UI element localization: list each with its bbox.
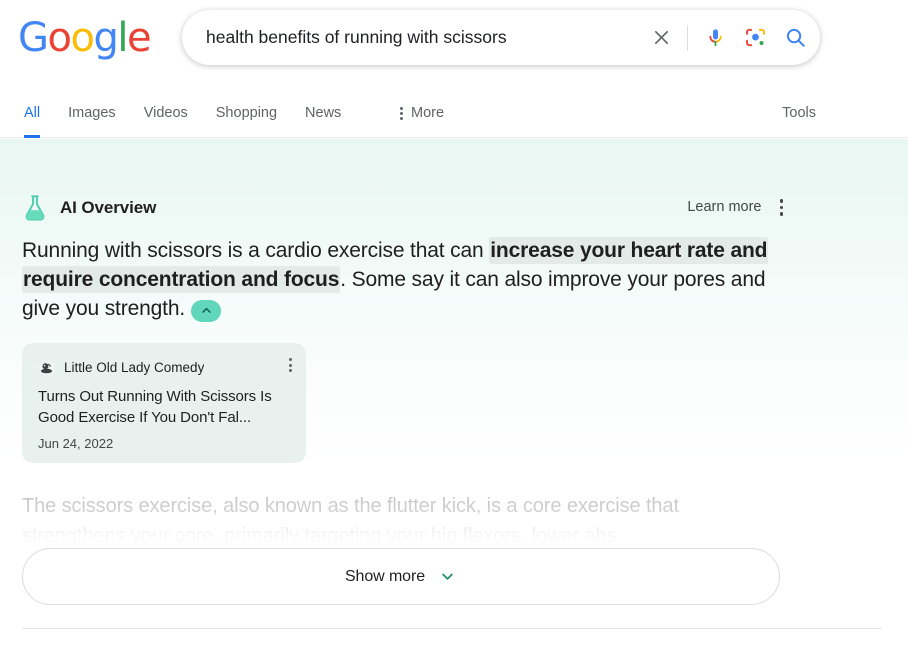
dots-vertical-icon [400, 106, 403, 120]
logo-letter-0: G [18, 15, 49, 61]
ai-source-card-header: Little Old Lady Comedy [38, 357, 292, 377]
show-more-label: Show more [344, 567, 426, 585]
search-input[interactable] [182, 10, 641, 65]
clear-search-button[interactable] [641, 27, 681, 48]
search-nav-bar: All Images Videos Shopping News More Tools [0, 92, 908, 138]
ai-source-card[interactable]: Little Old Lady Comedy Turns Out Running… [22, 343, 306, 463]
tab-shopping[interactable]: Shopping [216, 92, 291, 138]
tools-button[interactable]: Tools [782, 105, 816, 121]
search-tabs: All Images Videos Shopping News [24, 92, 369, 138]
chevron-up-icon [201, 307, 211, 313]
ai-overview-header: AI Overview [22, 194, 156, 222]
faded-line-2: strengthens your core, primarily targeti… [22, 525, 617, 547]
collapse-ai-overview-button[interactable] [191, 299, 222, 322]
close-icon [654, 30, 668, 45]
search-submit-button[interactable] [776, 26, 820, 49]
ai-source-card-title: Turns Out Running With Scissors Is Good … [38, 388, 272, 426]
logo-letter-3: g [93, 15, 118, 61]
learn-more-link[interactable]: Learn more [687, 199, 761, 215]
show-more-button[interactable]: Show more [22, 548, 780, 605]
search-divider [687, 24, 688, 51]
logo-letter-4: l [117, 15, 128, 61]
tab-images[interactable]: Images [68, 92, 130, 138]
lens-search-button[interactable] [734, 26, 776, 49]
tab-news[interactable]: News [305, 92, 355, 138]
ai-source-card-date: Jun 24, 2022 [38, 436, 114, 451]
ai-overview-header-actions: Learn more [687, 197, 785, 218]
ai-source-card-menu-button[interactable] [289, 358, 292, 372]
ai-overview-panel: AI Overview Learn more Running with scis… [0, 139, 908, 629]
website-favicon-icon [38, 359, 55, 375]
tab-all[interactable]: All [24, 92, 54, 138]
tab-videos[interactable]: Videos [144, 92, 202, 138]
ai-overview-menu-button[interactable] [778, 197, 786, 218]
ai-overview-title: AI Overview [60, 198, 157, 217]
google-lens-icon [745, 28, 765, 47]
search-bar[interactable] [182, 10, 820, 65]
ai-text-part1: Running with scissors is a cardio exerci… [22, 239, 490, 262]
microphone-icon [708, 29, 722, 47]
google-logo[interactable]: Google [18, 15, 152, 61]
search-icon [786, 28, 805, 47]
chevron-down-icon [442, 573, 453, 580]
google-search-results-page: Google health benefits of running with s… [0, 0, 908, 650]
ai-overview-text: Running with scissors is a cardio exerci… [22, 236, 782, 323]
logo-letter-5: e [126, 15, 152, 61]
tab-more[interactable]: More [400, 92, 444, 121]
ai-source-site-name: Little Old Lady Comedy [64, 359, 205, 375]
faded-line-1: The scissors exercise, also known as the… [22, 495, 679, 517]
voice-search-button[interactable] [696, 25, 734, 50]
tab-more-label: More [411, 105, 445, 121]
logo-letter-2: o [70, 15, 94, 61]
flask-icon [25, 195, 45, 221]
bottom-divider [22, 628, 882, 629]
ai-faded-preview-text: The scissors exercise, also known as the… [22, 491, 782, 551]
logo-letter-1: o [47, 15, 72, 61]
search-header: Google [0, 0, 908, 92]
